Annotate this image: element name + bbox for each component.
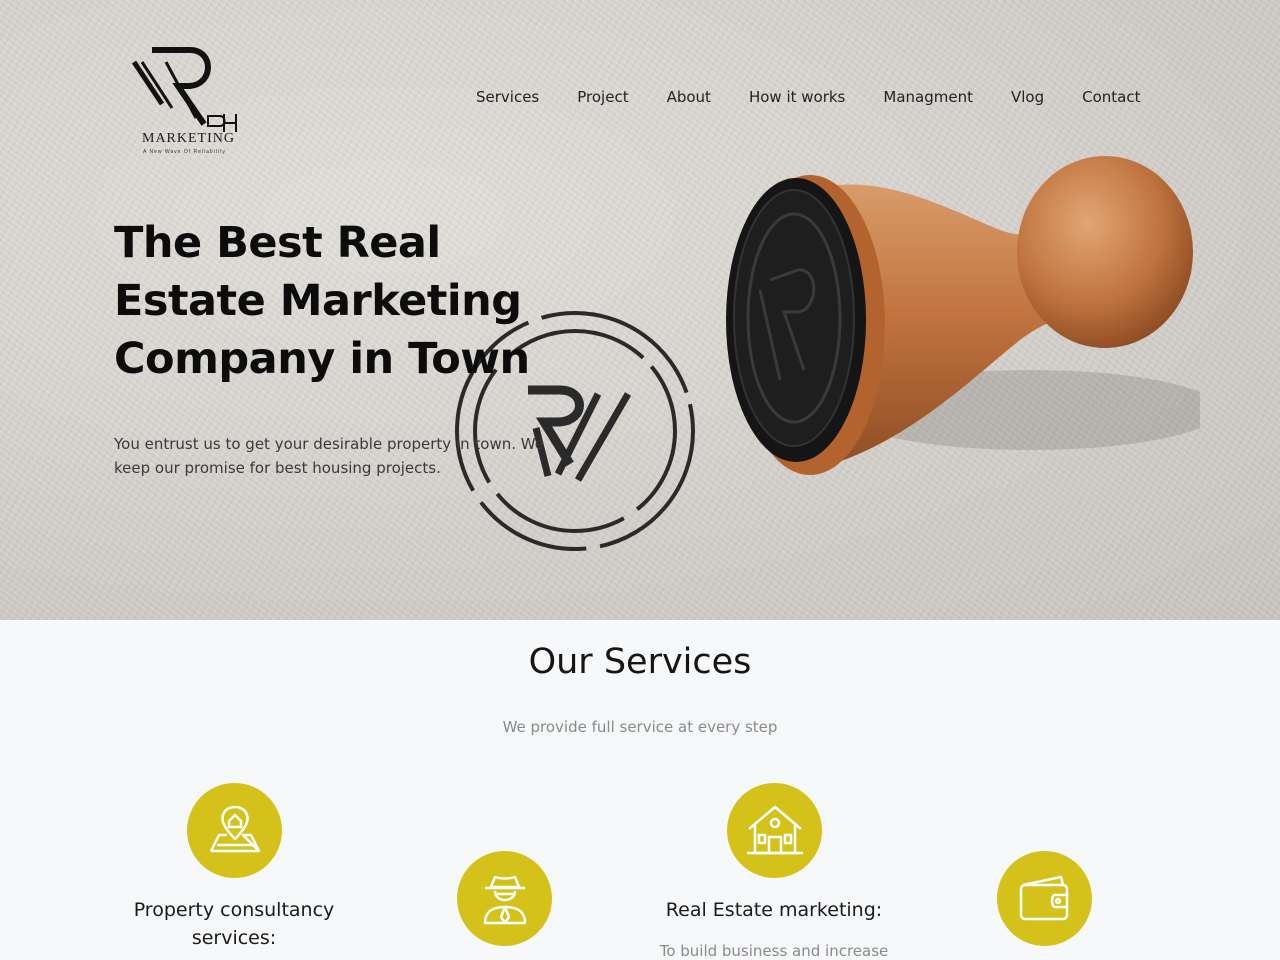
rubber-stamp-image [726,156,1200,475]
wallet-icon [1019,875,1068,920]
nav-item-services[interactable]: Services [476,88,539,106]
service-card-marketing[interactable] [727,783,822,878]
nav-item-about[interactable]: About [667,88,711,106]
nav-item-vlog[interactable]: Vlog [1011,88,1044,106]
services-subheading: We provide full service at every step [502,718,778,736]
hero-description: You entrust us to get your desirable pro… [114,435,544,477]
agent-detective-icon [483,875,526,924]
services-heading: Our Services [528,642,752,682]
brand-tagline: A New Wave Of Reliability [143,149,226,155]
service-desc-marketing: To build business and increase [659,942,889,960]
hero-title: The Best Real Estate Marketing Company i… [114,218,530,384]
nav-item-project[interactable]: Project [577,88,628,106]
main-nav: Services Project About How it works Mana… [476,88,1140,106]
brand-logo[interactable]: MARKETING A New Wave Of Reliability [132,44,242,160]
services-section: Our Services We provide full service at … [0,620,1280,960]
service-card-finance[interactable] [997,851,1092,946]
house-icon [746,805,803,854]
service-card-agent[interactable] [457,851,552,946]
hero-section: MARKETING A New Wave Of Reliability Serv… [0,0,1280,620]
logo-mark-icon [132,47,237,132]
service-title-marketing: Real Estate marketing: [665,899,883,921]
location-map-icon [209,805,260,852]
nav-item-contact[interactable]: Contact [1082,88,1140,106]
brand-name: MARKETING [142,131,235,146]
service-title-consultancy: Property consultancy services: [133,899,335,949]
nav-item-managment[interactable]: Managment [883,88,973,106]
nav-item-how-it-works[interactable]: How it works [749,88,845,106]
service-card-consultancy[interactable] [187,783,282,878]
